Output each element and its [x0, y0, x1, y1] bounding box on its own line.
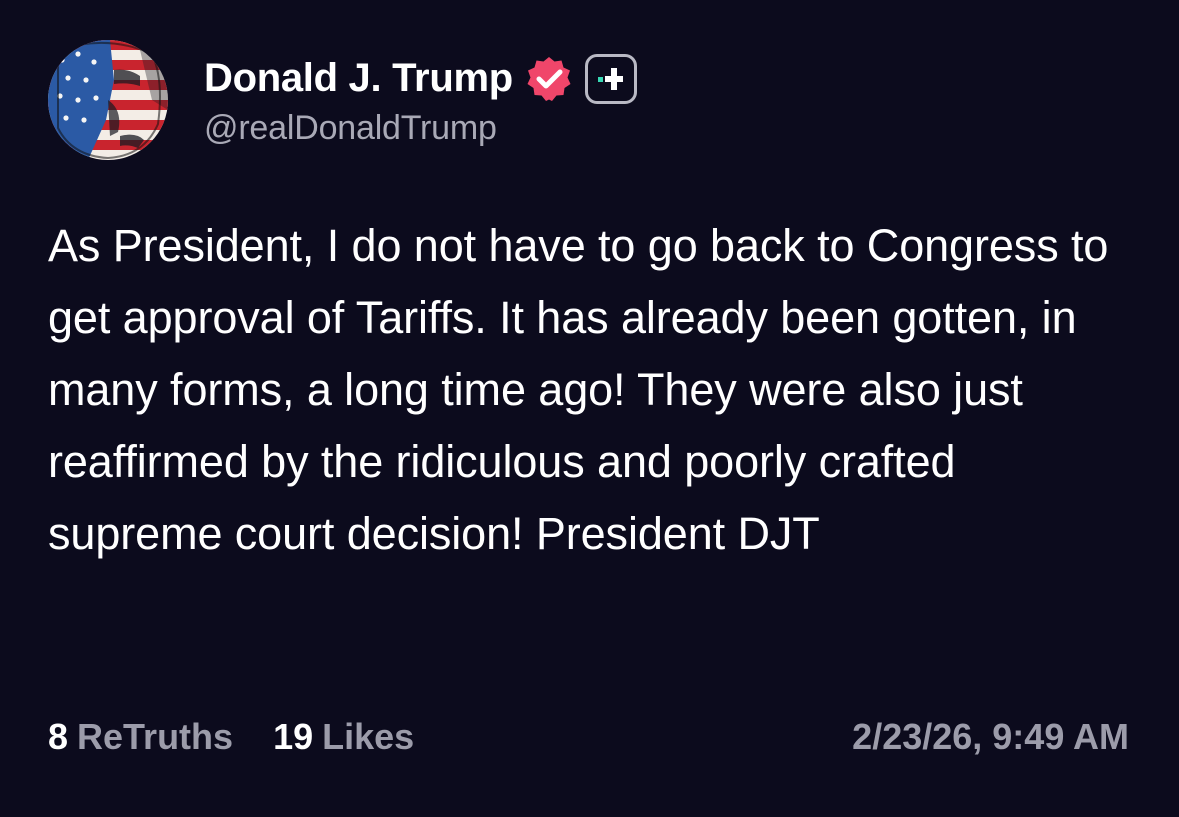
- likes-stat[interactable]: 19 Likes: [273, 716, 414, 758]
- avatar[interactable]: [48, 40, 168, 160]
- author-identity: Donald J. Trump @realDonaldTrump: [204, 49, 637, 148]
- post-footer: 8 ReTruths 19 Likes 2/23/26, 9:49 AM: [48, 716, 1129, 758]
- post-timestamp[interactable]: 2/23/26, 9:49 AM: [852, 716, 1129, 758]
- post-body-text: As President, I do not have to go back t…: [48, 220, 1109, 559]
- author-handle[interactable]: @realDonaldTrump: [204, 109, 637, 148]
- retruths-count: 8: [48, 716, 69, 757]
- plus-badge-icon: [584, 53, 637, 104]
- retruths-stat[interactable]: 8 ReTruths: [48, 716, 233, 758]
- retruths-label: ReTruths: [77, 716, 234, 757]
- name-row: Donald J. Trump: [204, 49, 637, 109]
- post-header: Donald J. Trump @realDonaldTrump: [48, 40, 637, 160]
- likes-label: Likes: [322, 716, 415, 757]
- author-display-name[interactable]: Donald J. Trump: [204, 56, 513, 101]
- verified-badge-icon: [525, 55, 573, 103]
- flag-portrait-avatar-icon: [48, 40, 168, 160]
- likes-count: 19: [273, 716, 314, 757]
- post-card: Donald J. Trump @realDonaldTrump As Pres…: [0, 0, 1179, 817]
